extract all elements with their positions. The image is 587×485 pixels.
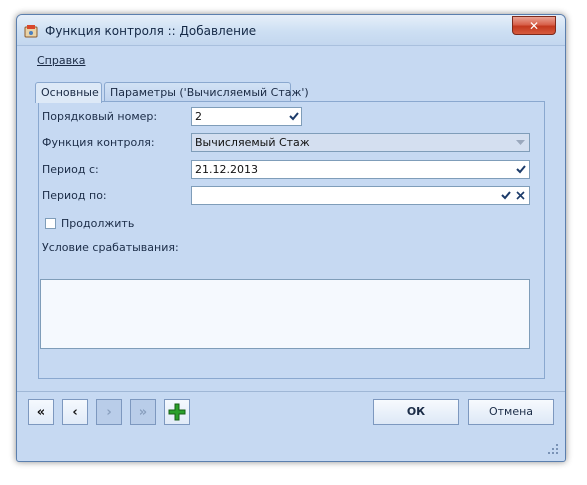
- close-button[interactable]: ✕: [512, 16, 556, 35]
- condition-textarea[interactable]: [40, 279, 530, 349]
- tab-general[interactable]: Основные: [35, 82, 102, 103]
- condition-label: Условие срабатывания:: [42, 241, 179, 254]
- first-record-button[interactable]: «: [28, 399, 54, 425]
- footer-separator: [17, 391, 565, 392]
- continue-label[interactable]: Продолжить: [61, 217, 134, 230]
- chevron-right-icon: ›: [106, 404, 112, 420]
- menu-bar: Справка: [37, 54, 85, 67]
- clear-icon[interactable]: [513, 188, 528, 203]
- order-spin-field[interactable]: 2: [191, 107, 302, 126]
- continue-checkbox[interactable]: [45, 218, 56, 229]
- order-value: 2: [195, 110, 202, 123]
- chevron-left-icon: ‹: [72, 404, 78, 420]
- chevron-down-icon[interactable]: [513, 135, 528, 150]
- close-icon: ✕: [528, 19, 540, 33]
- tab-parameters[interactable]: Параметры ('Вычисляемый Стаж'): [104, 82, 309, 101]
- period-to-field[interactable]: [191, 186, 530, 205]
- period-to-label: Период по:: [42, 189, 107, 202]
- add-icon: [168, 403, 186, 421]
- cancel-button[interactable]: Отмена: [468, 399, 554, 425]
- double-chevron-left-icon: «: [36, 404, 46, 420]
- period-from-value: 21.12.2013: [195, 163, 258, 176]
- prev-record-button[interactable]: ‹: [62, 399, 88, 425]
- check-icon[interactable]: [498, 188, 513, 203]
- check-icon[interactable]: [286, 109, 301, 124]
- app-icon: [24, 24, 38, 38]
- next-record-button[interactable]: ›: [96, 399, 122, 425]
- add-record-button[interactable]: [164, 399, 190, 425]
- title-bar[interactable]: Функция контроля :: Добавление ✕: [17, 15, 565, 46]
- period-from-label: Период с:: [42, 163, 99, 176]
- double-chevron-right-icon: »: [138, 404, 148, 420]
- function-value: Вычисляемый Стаж: [195, 136, 310, 149]
- resize-grip-icon[interactable]: [547, 443, 559, 455]
- window-title: Функция контроля :: Добавление: [45, 24, 257, 38]
- function-select[interactable]: Вычисляемый Стаж: [191, 133, 530, 152]
- order-label: Порядковый номер:: [42, 110, 158, 123]
- last-record-button[interactable]: »: [130, 399, 156, 425]
- function-label: Функция контроля:: [42, 136, 155, 149]
- ok-button[interactable]: ОК: [373, 399, 459, 425]
- period-from-field[interactable]: 21.12.2013: [191, 160, 530, 179]
- dialog-window: Функция контроля :: Добавление ✕ Справка…: [16, 14, 566, 462]
- check-icon[interactable]: [513, 162, 528, 177]
- menu-help[interactable]: Справка: [37, 54, 85, 67]
